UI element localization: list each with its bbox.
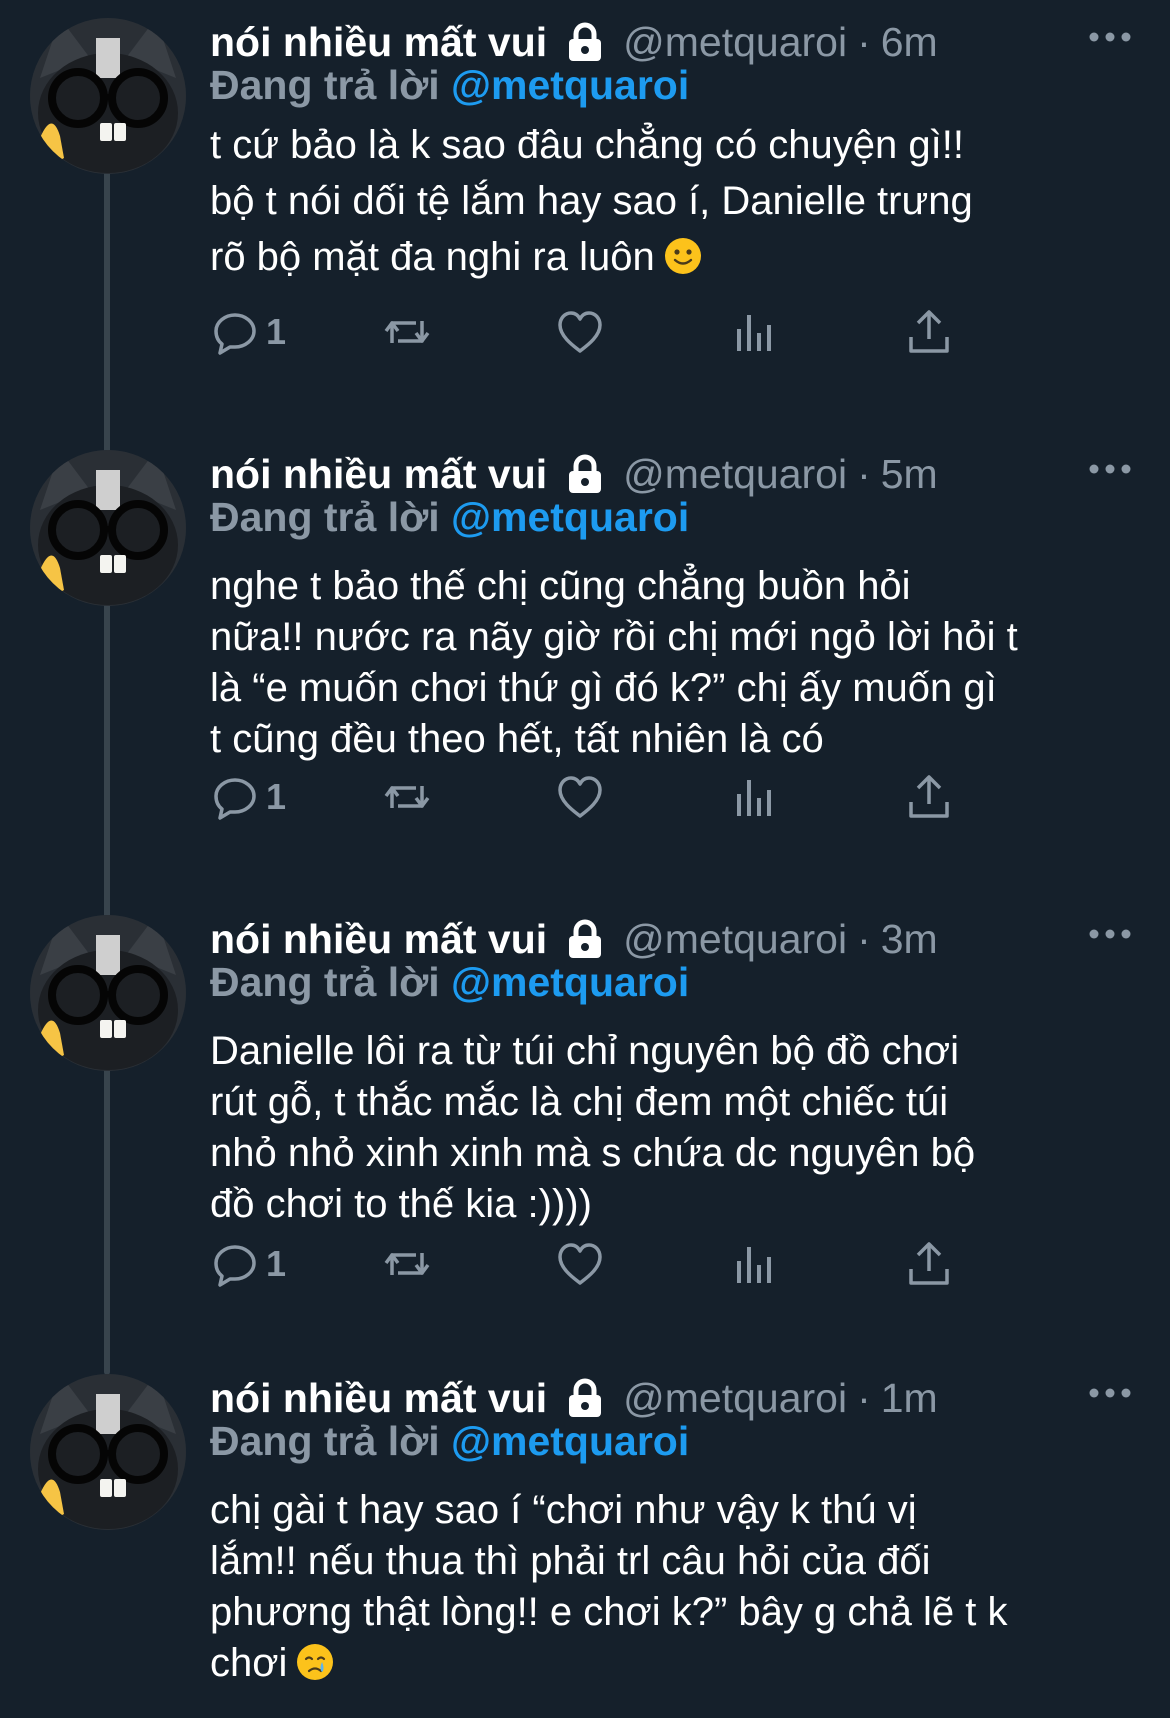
tweet-actions: 1 <box>210 1234 1040 1294</box>
tweet-actions: 1 <box>210 302 1040 362</box>
timestamp[interactable]: 3m <box>881 916 938 963</box>
analytics-icon <box>737 1247 771 1283</box>
lock-icon <box>569 454 602 493</box>
display-name[interactable]: nói nhiều mất vui <box>210 451 547 498</box>
cat-avatar-icon <box>30 18 186 174</box>
cat-avatar-icon <box>30 450 186 606</box>
tweet-text-content: t cứ bảo là k sao đâu chẳng có chuyện gì… <box>210 123 973 279</box>
avatar[interactable] <box>30 18 186 174</box>
handle[interactable]: @metquaroi <box>623 916 847 963</box>
share-button[interactable] <box>904 1234 954 1294</box>
views-button[interactable] <box>730 767 780 827</box>
retweet-button[interactable] <box>382 1234 432 1294</box>
more-options-icon[interactable] <box>1085 919 1135 949</box>
share-icon <box>909 310 949 353</box>
more-options-icon[interactable] <box>1085 454 1135 484</box>
avatar[interactable] <box>30 450 186 606</box>
cat-avatar-icon <box>30 915 186 1071</box>
replying-to: Đang trả lời @metquaroi <box>210 959 689 1006</box>
display-name[interactable]: nói nhiều mất vui <box>210 19 547 66</box>
lock-icon <box>569 1378 602 1417</box>
replying-to-handle[interactable]: @metquaroi <box>451 1418 689 1464</box>
lock-icon <box>569 22 602 61</box>
tweet-text: chị gài t hay sao í “chơi như vậy k thú … <box>210 1485 1140 1689</box>
views-button[interactable] <box>730 1234 780 1294</box>
separator-dot: · <box>857 915 871 962</box>
separator-dot: · <box>857 1374 871 1421</box>
timestamp[interactable]: 5m <box>881 451 938 498</box>
avatar[interactable] <box>30 915 186 1071</box>
reply-button[interactable]: 1 <box>210 767 286 827</box>
retweet-icon <box>384 786 430 808</box>
handle[interactable]: @metquaroi <box>623 451 847 498</box>
like-button[interactable] <box>555 302 605 362</box>
replying-to: Đang trả lời @metquaroi <box>210 62 689 109</box>
reply-icon <box>214 1245 256 1287</box>
retweet-icon <box>384 321 430 343</box>
lock-icon <box>569 919 602 958</box>
tweet-text-content: nghe t bảo thế chị cũng chẳng buồn hỏi n… <box>210 564 1018 761</box>
analytics-icon <box>737 315 771 351</box>
retweet-button[interactable] <box>382 302 432 362</box>
thread-line <box>104 150 110 1375</box>
like-button[interactable] <box>555 1234 605 1294</box>
replying-to-handle[interactable]: @metquaroi <box>451 959 689 1005</box>
retweet-icon <box>384 1253 430 1275</box>
more-options-icon[interactable] <box>1085 22 1135 52</box>
tweet-text: nghe t bảo thế chị cũng chẳng buồn hỏi n… <box>210 561 1140 765</box>
reply-count: 1 <box>266 776 287 817</box>
reply-count: 1 <box>266 311 287 352</box>
replying-to: Đang trả lời @metquaroi <box>210 1418 689 1465</box>
tweet-text: Danielle lôi ra từ túi chỉ nguyên bộ đồ … <box>210 1026 1140 1230</box>
like-button[interactable] <box>555 767 605 827</box>
replying-to-label: Đang trả lời <box>210 62 440 108</box>
share-button[interactable] <box>904 767 954 827</box>
slightly-smiling-face-icon <box>664 238 701 274</box>
share-button[interactable] <box>904 302 954 362</box>
heart-icon <box>558 311 602 353</box>
handle[interactable]: @metquaroi <box>623 19 847 66</box>
tweet-text-content: Danielle lôi ra từ túi chỉ nguyên bộ đồ … <box>210 1029 976 1226</box>
separator-dot: · <box>857 450 871 497</box>
heart-icon <box>558 776 602 818</box>
tweet-text: t cứ bảo là k sao đâu chẳng có chuyện gì… <box>210 117 1140 285</box>
share-icon <box>909 775 949 818</box>
replying-to-label: Đang trả lời <box>210 959 440 1005</box>
timestamp[interactable]: 6m <box>881 19 938 66</box>
replying-to-label: Đang trả lời <box>210 494 440 540</box>
retweet-button[interactable] <box>382 767 432 827</box>
replying-to: Đang trả lời @metquaroi <box>210 494 689 541</box>
reply-count: 1 <box>266 1243 287 1284</box>
tweet-actions: 1 <box>210 767 1040 827</box>
separator-dot: · <box>857 18 871 65</box>
replying-to-handle[interactable]: @metquaroi <box>451 494 689 540</box>
reply-icon <box>214 778 256 820</box>
replying-to-label: Đang trả lời <box>210 1418 440 1464</box>
display-name[interactable]: nói nhiều mất vui <box>210 1375 547 1422</box>
timestamp[interactable]: 1m <box>881 1375 938 1422</box>
replying-to-handle[interactable]: @metquaroi <box>451 62 689 108</box>
handle[interactable]: @metquaroi <box>623 1375 847 1422</box>
views-button[interactable] <box>730 302 780 362</box>
share-icon <box>909 1242 949 1285</box>
heart-icon <box>558 1243 602 1285</box>
reply-button[interactable]: 1 <box>210 302 286 362</box>
reply-button[interactable]: 1 <box>210 1234 286 1294</box>
display-name[interactable]: nói nhiều mất vui <box>210 916 547 963</box>
reply-icon <box>214 313 256 355</box>
more-options-icon[interactable] <box>1085 1378 1135 1408</box>
avatar[interactable] <box>30 1374 186 1530</box>
cat-avatar-icon <box>30 1374 186 1530</box>
crying-face-icon <box>297 1644 334 1680</box>
analytics-icon <box>737 780 771 816</box>
